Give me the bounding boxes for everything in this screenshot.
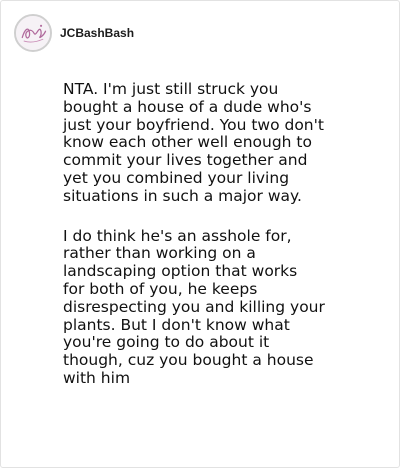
- comment-line: plants. But I don't know what: [63, 315, 290, 334]
- comment-line: rather than working on a: [63, 244, 256, 263]
- comment-line: yet you combined your living: [63, 168, 290, 187]
- comment-line: bought a house of a dude who's: [63, 97, 312, 116]
- script-signature-avatar-icon: [16, 16, 50, 50]
- comment-line: NTA. I'm just still struck you: [63, 80, 279, 98]
- comment-line: you're going to do about it: [63, 333, 270, 352]
- comment-paragraph-2: I do think he's an asshole for, rather t…: [63, 226, 353, 388]
- comment-line: with him: [63, 368, 131, 387]
- username[interactable]: JCBashBash: [60, 26, 134, 40]
- comment-line: know each other well enough to: [63, 133, 312, 152]
- comment-body: NTA. I'm just still struck you bought a …: [63, 80, 353, 388]
- comment-line: for both of you, he keeps: [63, 279, 258, 298]
- comment-line: landscaping option that works: [63, 262, 298, 281]
- comment-header: JCBashBash: [14, 13, 134, 53]
- comment-line: just your boyfriend. You two don't: [63, 115, 324, 134]
- comment-line: though, cuz you bought a house: [63, 351, 314, 370]
- comment-card: JCBashBash NTA. I'm just still struck yo…: [0, 0, 400, 468]
- comment-paragraph-1: NTA. I'm just still struck you bought a …: [63, 80, 353, 206]
- comment-line: commit your lives together and: [63, 151, 308, 170]
- comment-line: situations in such a major way.: [63, 186, 302, 205]
- avatar[interactable]: [14, 14, 52, 52]
- comment-line: I do think he's an asshole for,: [63, 226, 292, 245]
- comment-line: disrespecting you and killing your: [63, 297, 325, 316]
